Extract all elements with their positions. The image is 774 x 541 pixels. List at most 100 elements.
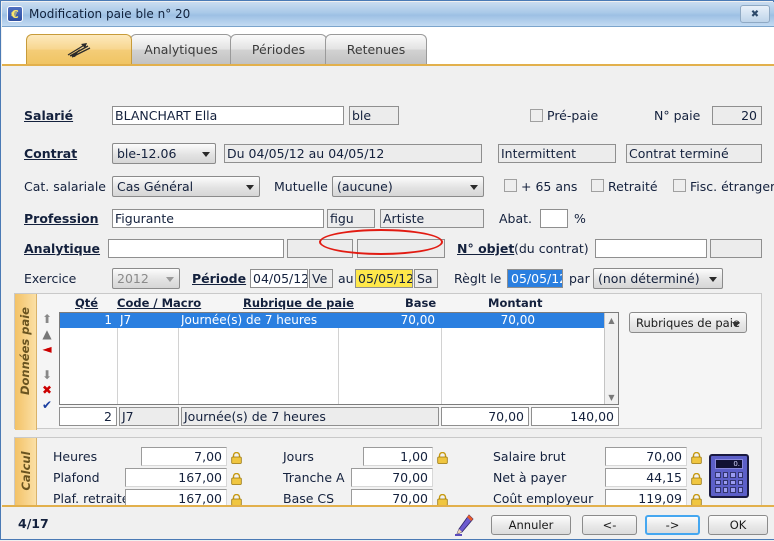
insert-row-icon[interactable]: ◄ xyxy=(39,342,55,356)
fisc-etranger-checkbox[interactable] xyxy=(673,179,686,192)
contrat-select[interactable]: ble-12.06 xyxy=(112,143,216,164)
total-base-field[interactable]: 70,00 xyxy=(441,407,529,426)
no-objet-input-2[interactable] xyxy=(710,239,762,258)
no-paie-label: N° paie xyxy=(654,108,701,123)
cancel-label: Annuler xyxy=(508,518,554,532)
chevron-down-icon xyxy=(470,185,478,190)
jours-label: Jours xyxy=(283,449,314,464)
tab-retenues[interactable]: Retenues xyxy=(325,34,427,64)
table-row[interactable]: 1 J7 Journée(s) de 7 heures 70,00 70,00 xyxy=(60,313,618,328)
par-select-value: (non déterminé) xyxy=(598,271,700,286)
rubriques-de-paie-button[interactable]: Rubriques de paie xyxy=(629,312,747,333)
feather-stripes-icon xyxy=(65,41,93,59)
donnees-paie-sidetab: Données paie xyxy=(15,294,37,430)
cell-rubrique: Journée(s) de 7 heures xyxy=(181,313,318,327)
retraite-label: Retraité xyxy=(608,179,658,194)
periode-start-day: Ve xyxy=(309,269,333,288)
no-paie-input[interactable]: 20 xyxy=(712,106,762,125)
close-glyph: ✖ xyxy=(750,8,760,20)
lock-icon xyxy=(691,470,702,485)
retraite-checkbox[interactable] xyxy=(591,179,604,192)
tab-analytiques[interactable]: Analytiques xyxy=(130,34,232,64)
client-area: Analytiques Périodes Retenues Salarié BL… xyxy=(2,27,774,539)
periode-end-day: Sa xyxy=(414,269,438,288)
cell-base: 70,00 xyxy=(400,313,435,327)
delete-row-icon[interactable]: ✖ xyxy=(39,383,55,397)
scroll-down-icon[interactable]: ▼ xyxy=(605,390,618,404)
calculator-icon[interactable]: 0. xyxy=(709,454,749,498)
heures-value: 7,00 xyxy=(141,447,227,466)
net-a-payer-value: 44,15 xyxy=(605,468,687,487)
euro-icon: € xyxy=(7,6,23,22)
salarie-name-input[interactable]: BLANCHART Ella xyxy=(112,106,344,125)
plus65-label: + 65 ans xyxy=(521,179,578,194)
move-up-top-icon[interactable]: ⬆ xyxy=(39,312,55,326)
move-down-icon[interactable]: ⬇ xyxy=(39,368,55,382)
analytique-input-2[interactable] xyxy=(287,239,353,258)
grid-header-montant: Montant xyxy=(488,296,543,310)
cat-salariale-select[interactable]: Cas Général xyxy=(112,176,260,197)
cell-code: J7 xyxy=(120,313,132,327)
tranche-a-value: 70,00 xyxy=(351,468,433,487)
periode-au-label: au xyxy=(338,271,354,286)
reglt-label: Règlt le xyxy=(454,271,502,286)
tab-periodes-label: Périodes xyxy=(251,42,306,57)
scroll-up-icon[interactable]: ▲ xyxy=(605,313,618,327)
previous-button[interactable]: <- xyxy=(582,515,637,535)
profession-code-input[interactable]: figu xyxy=(327,209,375,228)
calcul-panel: Calcul Heures 7,00 Plafond 167,00 Plaf. … xyxy=(14,437,762,514)
total-code-field[interactable]: J7 xyxy=(119,407,179,426)
contrat-label: Contrat xyxy=(24,146,78,161)
chevron-down-icon xyxy=(246,185,254,190)
donnees-paie-panel: Données paie ⬆ ▲ ◄ ⬇ ✖ ✔ Qté Code / Macr… xyxy=(14,293,762,430)
grid-header-qte: Qté xyxy=(75,296,99,310)
tab-periodes[interactable]: Périodes xyxy=(230,34,327,64)
exercice-select[interactable]: 2012 xyxy=(112,268,180,289)
exercice-select-value: 2012 xyxy=(117,271,149,286)
no-objet-sub-label: (du contrat) xyxy=(514,241,589,256)
analytique-input-3[interactable] xyxy=(357,239,445,258)
par-select[interactable]: (non déterminé) xyxy=(593,268,723,289)
contrat-type-field: Intermittent xyxy=(498,144,616,163)
contrat-status-field: Contrat terminé xyxy=(626,144,762,163)
prepaie-checkbox[interactable] xyxy=(530,109,543,122)
validate-row-icon[interactable]: ✔ xyxy=(39,398,55,412)
calculator-display: 0. xyxy=(715,459,743,469)
total-montant-field[interactable]: 140,00 xyxy=(531,407,619,426)
close-icon[interactable]: ✖ xyxy=(740,5,770,23)
cat-salariale-select-value: Cas Général xyxy=(117,179,194,194)
salaire-brut-value: 70,00 xyxy=(605,447,687,466)
analytique-label: Analytique xyxy=(24,241,101,256)
plus65-checkbox[interactable] xyxy=(504,179,517,192)
grid-body[interactable]: 1 J7 Journée(s) de 7 heures 70,00 70,00 … xyxy=(59,312,619,405)
lock-icon xyxy=(437,491,448,506)
total-qte-field[interactable]: 2 xyxy=(59,407,117,426)
cancel-button[interactable]: Annuler xyxy=(491,515,571,535)
analytique-input-1[interactable] xyxy=(108,239,284,258)
next-button[interactable]: -> xyxy=(645,515,700,535)
reglt-input[interactable]: 05/05/12 xyxy=(507,269,563,288)
lock-icon xyxy=(231,470,242,485)
total-rubrique-field[interactable]: Journée(s) de 7 heures xyxy=(181,407,439,426)
par-label: par xyxy=(569,271,590,286)
profession-input[interactable]: Figurante xyxy=(112,209,324,228)
periode-start-input[interactable]: 04/05/12 xyxy=(250,269,308,288)
grid-header-rubrique: Rubrique de paie xyxy=(243,296,354,310)
abat-input[interactable] xyxy=(540,209,568,228)
tab-general[interactable] xyxy=(26,34,132,64)
mutuelle-select-value: (aucune) xyxy=(337,179,393,194)
ok-label: OK xyxy=(729,518,747,532)
mutuelle-select[interactable]: (aucune) xyxy=(332,176,484,197)
rubriques-de-paie-label: Rubriques de paie xyxy=(636,315,740,330)
grid-scrollbar[interactable]: ▲ ▼ xyxy=(604,313,618,404)
salaire-brut-label: Salaire brut xyxy=(493,449,566,464)
move-up-icon[interactable]: ▲ xyxy=(39,327,55,341)
salarie-code-input[interactable]: ble xyxy=(349,106,399,125)
grid-header-code-macro: Code / Macro xyxy=(117,296,202,310)
pencil-edit-icon[interactable] xyxy=(453,513,475,537)
no-objet-input[interactable] xyxy=(595,239,707,258)
periode-end-input[interactable]: 05/05/12 xyxy=(355,269,413,288)
net-a-payer-label: Net à payer xyxy=(493,470,567,485)
ok-button[interactable]: OK xyxy=(708,515,768,535)
periode-label: Période xyxy=(192,271,247,286)
